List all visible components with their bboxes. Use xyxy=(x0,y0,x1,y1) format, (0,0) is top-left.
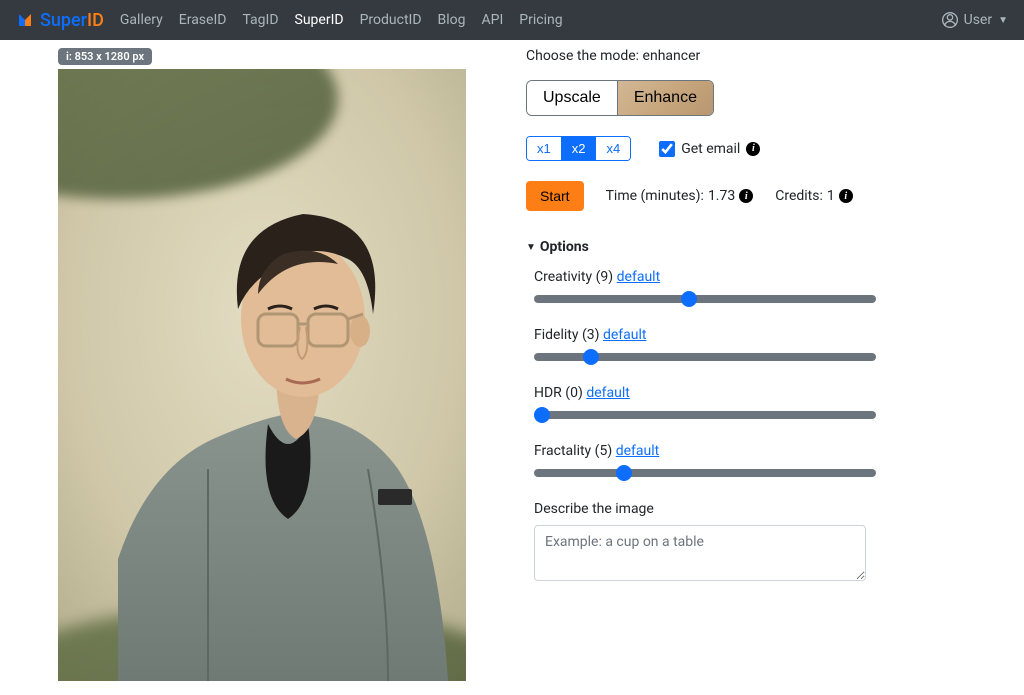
scale-x1-button[interactable]: x1 xyxy=(527,137,561,160)
mode-enhance-button[interactable]: Enhance xyxy=(618,81,713,115)
nav-pricing[interactable]: Pricing xyxy=(519,12,562,28)
slider-name: HDR (0) xyxy=(534,385,583,401)
mode-upscale-button[interactable]: Upscale xyxy=(527,81,618,115)
slider-fidelity-input[interactable] xyxy=(534,353,876,361)
brand-text: SuperID xyxy=(40,10,104,31)
slider-default-link[interactable]: default xyxy=(617,269,661,285)
info-icon[interactable]: i xyxy=(839,189,853,203)
info-icon[interactable]: i xyxy=(746,142,760,156)
start-button[interactable]: Start xyxy=(526,181,584,211)
slider-hdr: HDR (0) default xyxy=(526,385,876,423)
slider-name: Fidelity (3) xyxy=(534,327,600,343)
slider-name: Fractality (5) xyxy=(534,443,612,459)
get-email-label: Get email xyxy=(681,141,740,157)
nav-productid[interactable]: ProductID xyxy=(360,12,422,28)
user-menu[interactable]: User ▼ xyxy=(942,12,1008,28)
mode-toggle: Upscale Enhance xyxy=(526,80,714,116)
nav-superid[interactable]: SuperID xyxy=(295,12,344,28)
slider-fractality: Fractality (5) default xyxy=(526,443,876,481)
slider-creativity: Creativity (9) default xyxy=(526,269,876,307)
image-dimensions-badge: i: 853 x 1280 px xyxy=(58,48,152,65)
slider-creativity-input[interactable] xyxy=(534,295,876,303)
options-toggle[interactable]: ▼ Options xyxy=(526,239,876,255)
get-email-checkbox[interactable] xyxy=(659,141,675,157)
time-stat: Time (minutes): 1.73 i xyxy=(606,188,754,204)
nav-links: Gallery EraseID TagID SuperID ProductID … xyxy=(120,12,563,28)
brand-logo-icon xyxy=(16,11,34,29)
chevron-down-icon: ▼ xyxy=(998,15,1008,26)
brand-logo-group[interactable]: SuperID xyxy=(16,10,104,31)
nav-eraseid[interactable]: EraseID xyxy=(179,12,227,28)
describe-textarea[interactable] xyxy=(534,525,866,581)
top-navbar: SuperID Gallery EraseID TagID SuperID Pr… xyxy=(0,0,1024,40)
slider-hdr-input[interactable] xyxy=(534,411,876,419)
scale-x4-button[interactable]: x4 xyxy=(595,137,630,160)
user-label: User xyxy=(964,12,992,28)
mode-label: Choose the mode: enhancer xyxy=(526,48,876,64)
credits-stat: Credits: 1 i xyxy=(775,188,853,204)
image-preview[interactable] xyxy=(58,69,466,681)
slider-fractality-input[interactable] xyxy=(534,469,876,477)
scale-group: x1 x2 x4 xyxy=(526,136,631,161)
slider-default-link[interactable]: default xyxy=(586,385,630,401)
slider-fidelity: Fidelity (3) default xyxy=(526,327,876,365)
get-email-row[interactable]: Get email i xyxy=(659,141,760,157)
slider-default-link[interactable]: default xyxy=(603,327,647,343)
slider-name: Creativity (9) xyxy=(534,269,613,285)
nav-blog[interactable]: Blog xyxy=(438,12,466,28)
nav-gallery[interactable]: Gallery xyxy=(120,12,163,28)
nav-api[interactable]: API xyxy=(482,12,504,28)
slider-default-link[interactable]: default xyxy=(616,443,660,459)
describe-label: Describe the image xyxy=(526,501,876,517)
info-icon[interactable]: i xyxy=(739,189,753,203)
options-header-label: Options xyxy=(540,239,589,255)
user-icon xyxy=(942,12,958,28)
caret-down-icon: ▼ xyxy=(526,242,536,253)
scale-x2-button[interactable]: x2 xyxy=(561,137,596,160)
nav-tagid[interactable]: TagID xyxy=(242,12,278,28)
